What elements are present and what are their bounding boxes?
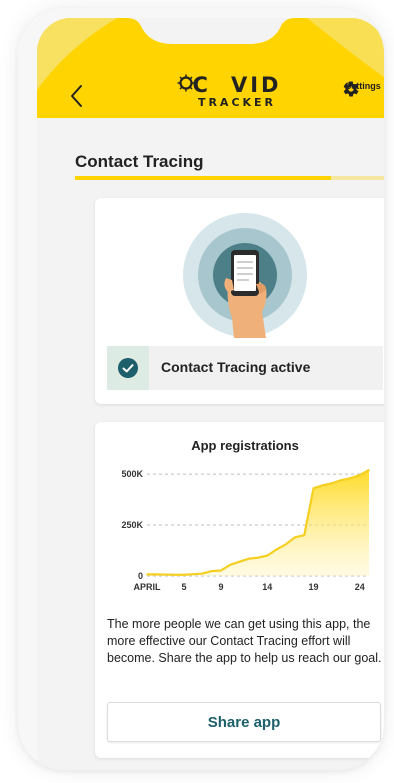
data-point — [349, 477, 352, 479]
phone-in-hand-illustration — [183, 213, 307, 338]
data-point — [238, 560, 241, 563]
data-point — [284, 543, 287, 546]
data-point — [210, 570, 213, 572]
check-circle-icon — [118, 358, 138, 378]
x-tick-label: 5 — [181, 582, 186, 592]
x-tick-label: 19 — [308, 582, 318, 592]
app-registrations-card: App registrations 0 250K 500K APRIL 5 9 14 19 24… — [95, 422, 384, 758]
data-point — [183, 573, 185, 576]
y-tick-label: 500K — [121, 469, 143, 479]
data-point — [146, 573, 148, 576]
data-point — [164, 573, 167, 576]
app-header: C VID TRACKER Settings — [37, 18, 384, 118]
data-point — [368, 469, 370, 471]
y-tick-label: 250K — [121, 520, 143, 530]
data-point — [247, 557, 250, 560]
title-progress-fill — [75, 176, 331, 180]
x-tick-label: APRIL — [134, 582, 162, 592]
covid-tracker-logo: C VID TRACKER — [177, 74, 297, 114]
y-tick-label: 0 — [138, 571, 143, 581]
data-point — [340, 479, 343, 481]
virus-o-icon — [177, 74, 230, 94]
data-point — [229, 563, 232, 566]
data-point — [201, 572, 204, 575]
data-point — [358, 474, 361, 476]
data-point — [331, 482, 333, 485]
logo-main-text: C VID — [177, 74, 282, 96]
data-point — [192, 573, 195, 575]
app-screen: C VID TRACKER Settings Contact Tracing C… — [37, 18, 384, 770]
share-app-button[interactable]: Share app — [107, 702, 381, 742]
settings-button[interactable]: Settings — [342, 80, 384, 120]
logo-sub: TRACKER — [197, 96, 277, 109]
data-point — [173, 573, 176, 576]
x-tick-label: 14 — [262, 582, 272, 592]
data-point — [303, 534, 306, 537]
title-progress-bar — [75, 176, 384, 180]
data-point — [266, 554, 269, 557]
chevron-left-icon — [71, 85, 82, 107]
x-tick-label: 24 — [355, 582, 365, 592]
gear-icon — [343, 81, 359, 97]
registrations-chart: 0 250K 500K APRIL 5 9 14 19 24 — [121, 469, 370, 592]
status-text: Contact Tracing active — [161, 359, 311, 375]
back-button[interactable] — [67, 83, 87, 109]
chart-title: App registrations — [191, 438, 299, 453]
phone-frame: C VID TRACKER Settings Contact Tracing C… — [18, 8, 384, 770]
data-point — [312, 487, 315, 490]
description-text: The more people we can get using this ap… — [107, 617, 382, 665]
x-tick-label: 9 — [218, 582, 223, 592]
data-point — [294, 536, 296, 539]
page-title: Contact Tracing — [75, 152, 204, 171]
data-point — [257, 556, 259, 559]
status-check-box — [107, 346, 149, 390]
contact-tracing-status: Contact Tracing active — [107, 346, 383, 390]
data-point — [220, 569, 222, 572]
stage: C VID TRACKER Settings Contact Tracing C… — [0, 0, 394, 783]
data-point — [321, 484, 324, 487]
data-point — [155, 573, 158, 576]
contact-tracing-card: Contact Tracing active — [95, 198, 384, 404]
area-fill — [147, 470, 369, 576]
logo-main: C VID — [177, 74, 297, 96]
data-point — [275, 548, 278, 551]
